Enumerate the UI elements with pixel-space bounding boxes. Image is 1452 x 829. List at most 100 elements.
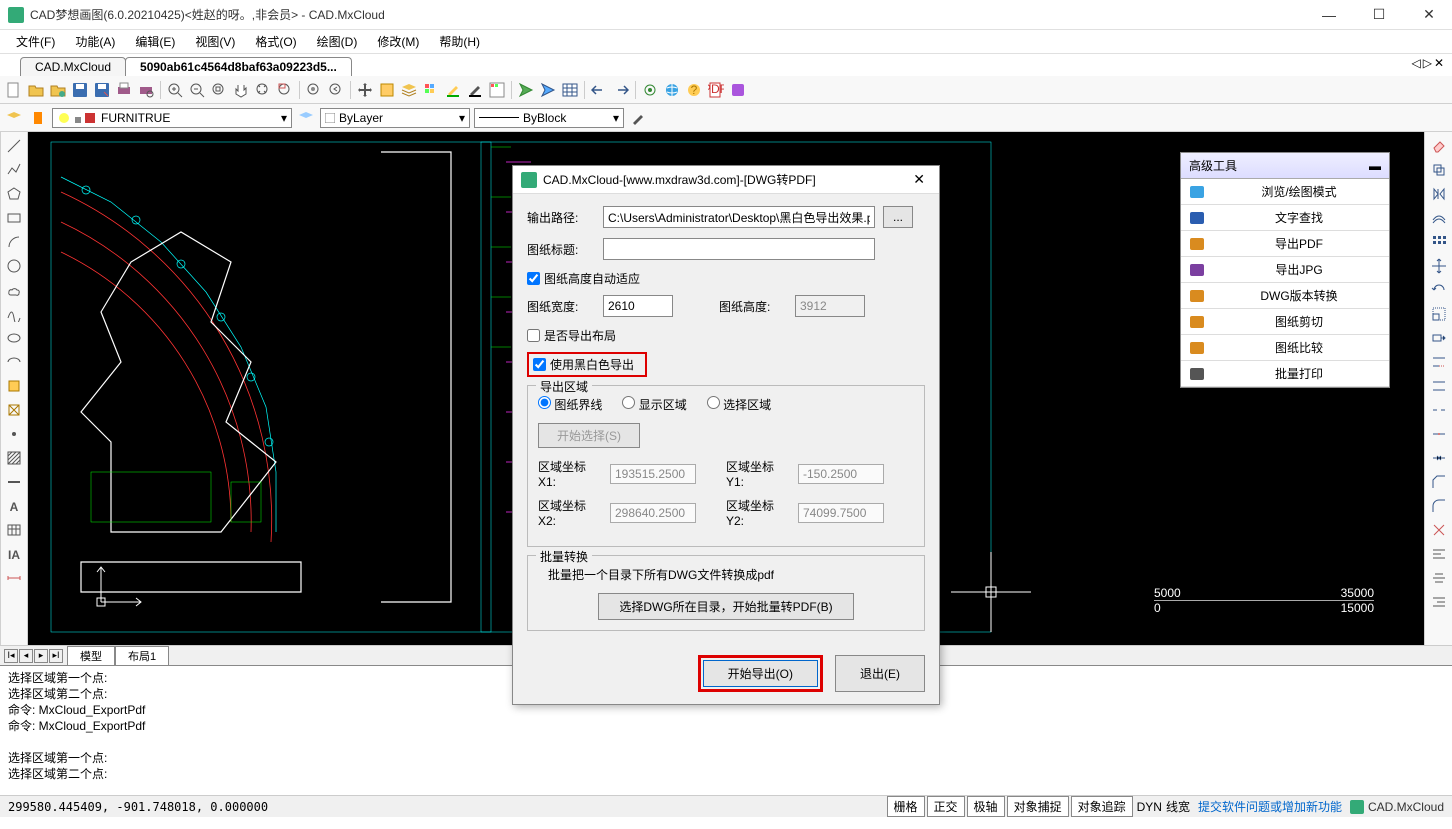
status-osnap-button[interactable]: 对象捕捉 xyxy=(1007,796,1069,817)
fillet-icon[interactable] xyxy=(1429,496,1449,516)
polygon-icon[interactable] xyxy=(4,184,24,204)
status-grid-button[interactable]: 栅格 xyxy=(887,796,925,817)
filter-layer-icon[interactable] xyxy=(28,108,48,128)
help-icon[interactable]: ? xyxy=(684,80,704,100)
align-right-icon[interactable] xyxy=(1429,592,1449,612)
menu-help[interactable]: 帮助(H) xyxy=(431,31,488,52)
tab-active-doc[interactable]: 5090ab61c4564d8baf63a09223d5... xyxy=(125,57,352,76)
tool-row-dwg-icon[interactable]: DWG版本转换 xyxy=(1181,283,1389,309)
brush-icon[interactable] xyxy=(628,108,648,128)
layer-select[interactable]: FURNITRUE ▾ xyxy=(52,108,292,128)
tool-row-text-find-icon[interactable]: 文字查找 xyxy=(1181,205,1389,231)
pan-icon[interactable] xyxy=(231,80,251,100)
line-icon[interactable] xyxy=(4,136,24,156)
move-icon[interactable] xyxy=(355,80,375,100)
explode-icon[interactable] xyxy=(1429,520,1449,540)
menu-edit[interactable]: 编辑(E) xyxy=(127,31,183,52)
start-export-button[interactable]: 开始导出(O) xyxy=(703,660,818,687)
center-icon[interactable] xyxy=(1429,568,1449,588)
quick-find-icon[interactable] xyxy=(516,80,536,100)
arc-icon[interactable] xyxy=(4,232,24,252)
ellipse-icon[interactable] xyxy=(4,328,24,348)
export-layout-checkbox[interactable] xyxy=(527,329,540,342)
revcloud-icon[interactable] xyxy=(4,280,24,300)
minimize-button[interactable]: — xyxy=(1314,5,1344,25)
tool-row-clip-icon[interactable]: 图纸剪切 xyxy=(1181,309,1389,335)
color-select[interactable]: ByLayer▾ xyxy=(320,108,470,128)
hatch-icon[interactable] xyxy=(4,448,24,468)
layer-states-icon[interactable] xyxy=(296,108,316,128)
status-polar-button[interactable]: 极轴 xyxy=(967,796,1005,817)
status-otrack-button[interactable]: 对象追踪 xyxy=(1071,796,1133,817)
layout-prev-button[interactable]: ◂ xyxy=(19,649,33,663)
rotate-icon[interactable] xyxy=(1429,280,1449,300)
status-ortho-button[interactable]: 正交 xyxy=(927,796,965,817)
radio-display[interactable]: 显示区域 xyxy=(622,396,686,413)
tool-row-compare-icon[interactable]: 图纸比较 xyxy=(1181,335,1389,361)
undo-icon[interactable] xyxy=(589,80,609,100)
extend-icon[interactable] xyxy=(1429,376,1449,396)
move-tool-icon[interactable] xyxy=(1429,256,1449,276)
zoom-window-icon[interactable] xyxy=(275,80,295,100)
table-insert-icon[interactable] xyxy=(4,520,24,540)
auto-height-checkbox[interactable] xyxy=(527,272,540,285)
tab-close-button[interactable]: ✕ xyxy=(1434,56,1444,70)
spline-icon[interactable] xyxy=(4,304,24,324)
tool-row-pdf-icon[interactable]: 导出PDF xyxy=(1181,231,1389,257)
zoom-extents-icon[interactable] xyxy=(209,80,229,100)
mirror-icon[interactable] xyxy=(1429,184,1449,204)
layer-manager-icon[interactable] xyxy=(4,108,24,128)
break-at-icon[interactable] xyxy=(1429,424,1449,444)
layout-next-button[interactable]: ▸ xyxy=(34,649,48,663)
align-icon[interactable] xyxy=(1429,544,1449,564)
linetype-select[interactable]: ByBlock▾ xyxy=(474,108,624,128)
save-icon[interactable] xyxy=(70,80,90,100)
stretch-icon[interactable] xyxy=(1429,328,1449,348)
circle-icon[interactable] xyxy=(4,256,24,276)
radio-extents[interactable]: 图纸界线 xyxy=(538,396,602,413)
text-A-icon[interactable]: A xyxy=(4,496,24,516)
feedback-link[interactable]: 提交软件问题或增加新功能 xyxy=(1198,798,1342,815)
tool-row-print-icon[interactable]: 批量打印 xyxy=(1181,361,1389,387)
table-icon[interactable] xyxy=(560,80,580,100)
export-pdf-icon[interactable]: PDF xyxy=(706,80,726,100)
saveas-icon[interactable] xyxy=(92,80,112,100)
panel-collapse-icon[interactable]: ▬ xyxy=(1369,159,1381,173)
highlight-icon[interactable] xyxy=(443,80,463,100)
menu-modify[interactable]: 修改(M) xyxy=(369,31,427,52)
dialog-close-button[interactable]: ✕ xyxy=(907,171,931,188)
new-file-icon[interactable] xyxy=(4,80,24,100)
print-icon[interactable] xyxy=(114,80,134,100)
quick-find2-icon[interactable] xyxy=(538,80,558,100)
tab-prev-button[interactable]: ◁ xyxy=(1411,56,1420,70)
point-icon[interactable] xyxy=(4,424,24,444)
insert-block-icon[interactable] xyxy=(4,376,24,396)
menu-draw[interactable]: 绘图(D) xyxy=(309,31,366,52)
ellipse-arc-icon[interactable] xyxy=(4,352,24,372)
rectangle-icon[interactable] xyxy=(4,208,24,228)
bw-export-checkbox[interactable] xyxy=(533,358,546,371)
width-input[interactable] xyxy=(603,295,673,317)
break-icon[interactable] xyxy=(1429,400,1449,420)
layout-first-button[interactable]: I◂ xyxy=(4,649,18,663)
scale-icon[interactable] xyxy=(1429,304,1449,324)
tool-row-jpg-icon[interactable]: 导出JPG xyxy=(1181,257,1389,283)
exit-button[interactable]: 退出(E) xyxy=(835,655,925,692)
layout-tab-layout1[interactable]: 布局1 xyxy=(115,646,169,666)
make-block-icon[interactable] xyxy=(4,400,24,420)
batch-convert-button[interactable]: 选择DWG所在目录，开始批量转PDF(B) xyxy=(598,593,853,620)
browse-button[interactable]: ... xyxy=(883,206,913,228)
gradient-icon[interactable] xyxy=(4,472,24,492)
tool-row-globe-icon[interactable]: 浏览/绘图模式 xyxy=(1181,179,1389,205)
zoom-in-icon[interactable] xyxy=(165,80,185,100)
array-icon[interactable] xyxy=(1429,232,1449,252)
menu-functions[interactable]: 功能(A) xyxy=(67,31,123,52)
zoom-prev-icon[interactable] xyxy=(326,80,346,100)
underline-icon[interactable] xyxy=(465,80,485,100)
color-icon[interactable] xyxy=(421,80,441,100)
output-path-input[interactable] xyxy=(603,206,875,228)
zoom-out-icon[interactable] xyxy=(187,80,207,100)
about-icon[interactable] xyxy=(728,80,748,100)
join-icon[interactable] xyxy=(1429,448,1449,468)
redo-icon[interactable] xyxy=(611,80,631,100)
